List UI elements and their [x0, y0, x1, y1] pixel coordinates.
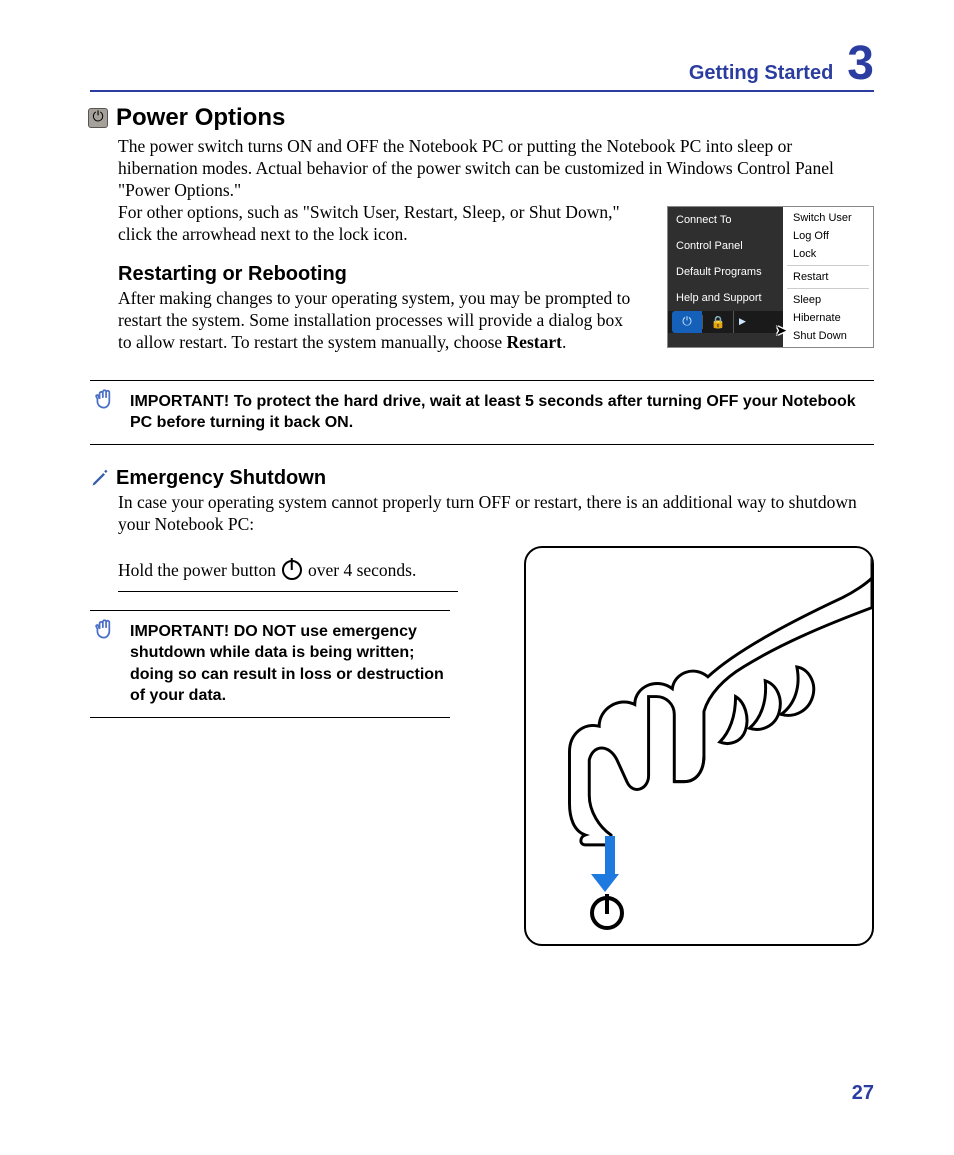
hand-outline-icon [526, 548, 872, 944]
hand-stop-icon [92, 387, 118, 413]
text: over 4 seconds. [308, 560, 416, 581]
pencil-icon [90, 468, 110, 488]
paragraph-intro: The power switch turns ON and OFF the No… [118, 136, 874, 202]
page-number: 27 [852, 1082, 874, 1105]
divider [118, 591, 458, 592]
menu-item-sleep: Sleep [783, 291, 873, 309]
page-header: Getting Started 3 [90, 40, 874, 92]
important-text: IMPORTANT! To protect the hard drive, wa… [130, 393, 856, 432]
text: Hold the power button [118, 560, 276, 581]
menu-item-control-panel: Control Panel [668, 233, 783, 259]
paragraph-restarting: After making changes to your operating s… [118, 288, 638, 354]
hand-stop-icon [92, 617, 118, 643]
menu-separator [787, 288, 869, 289]
menu-item-help-support: Help and Support [668, 285, 783, 311]
menu-item-hibernate: Hibernate [783, 309, 873, 327]
power-symbol-icon [590, 896, 624, 930]
menu-item-default-programs: Default Programs [668, 259, 783, 285]
heading-emergency-shutdown: Emergency Shutdown [116, 467, 326, 490]
menu-item-lock: Lock [783, 245, 873, 263]
power-toolbar: ⏻ 🔒 ▶ ➤ [668, 311, 783, 333]
heading-power-options: Power Options [116, 104, 285, 132]
menu-item-connect-to: Connect To [668, 207, 783, 233]
hold-power-instruction: Hold the power button over 4 seconds. [118, 560, 504, 581]
section-title: Getting Started [689, 62, 833, 85]
menu-item-shut-down: Shut Down [783, 327, 873, 345]
text-restart-bold: Restart [507, 332, 562, 352]
text: . [562, 332, 566, 352]
power-button-icon: ⏻ [672, 311, 702, 333]
paragraph-emergency: In case your operating system cannot pro… [118, 492, 874, 536]
arrow-down-icon [600, 836, 619, 892]
heading-row-emergency: Emergency Shutdown [90, 467, 874, 490]
start-menu-left-panel: Connect To Control Panel Default Program… [668, 207, 783, 347]
emergency-section: Hold the power button over 4 seconds. IM… [90, 542, 874, 946]
menu-item-switch-user: Switch User [783, 209, 873, 227]
chapter-number: 3 [847, 40, 874, 88]
power-icon: ⏻ [88, 108, 108, 128]
start-menu-right-panel: Switch User Log Off Lock Restart Sleep H… [783, 207, 873, 347]
menu-item-restart: Restart [783, 268, 873, 286]
important-note-2: IMPORTANT! DO NOT use emergency shutdown… [90, 610, 450, 718]
menu-item-log-off: Log Off [783, 227, 873, 245]
paragraph-other-options: For other options, such as "Switch User,… [118, 202, 638, 246]
power-symbol-icon [282, 560, 302, 580]
hand-press-illustration [524, 546, 874, 946]
start-menu-screenshot: Connect To Control Panel Default Program… [667, 206, 874, 348]
heading-row: ⏻ Power Options [88, 104, 874, 132]
lock-icon: 🔒 [703, 311, 733, 333]
menu-separator [787, 265, 869, 266]
cursor-icon: ➤ [775, 322, 787, 339]
arrow-icon: ▶ [733, 311, 751, 333]
important-text: IMPORTANT! DO NOT use emergency shutdown… [130, 623, 444, 705]
emergency-left-column: Hold the power button over 4 seconds. IM… [90, 542, 504, 946]
important-note-1: IMPORTANT! To protect the hard drive, wa… [90, 380, 874, 445]
